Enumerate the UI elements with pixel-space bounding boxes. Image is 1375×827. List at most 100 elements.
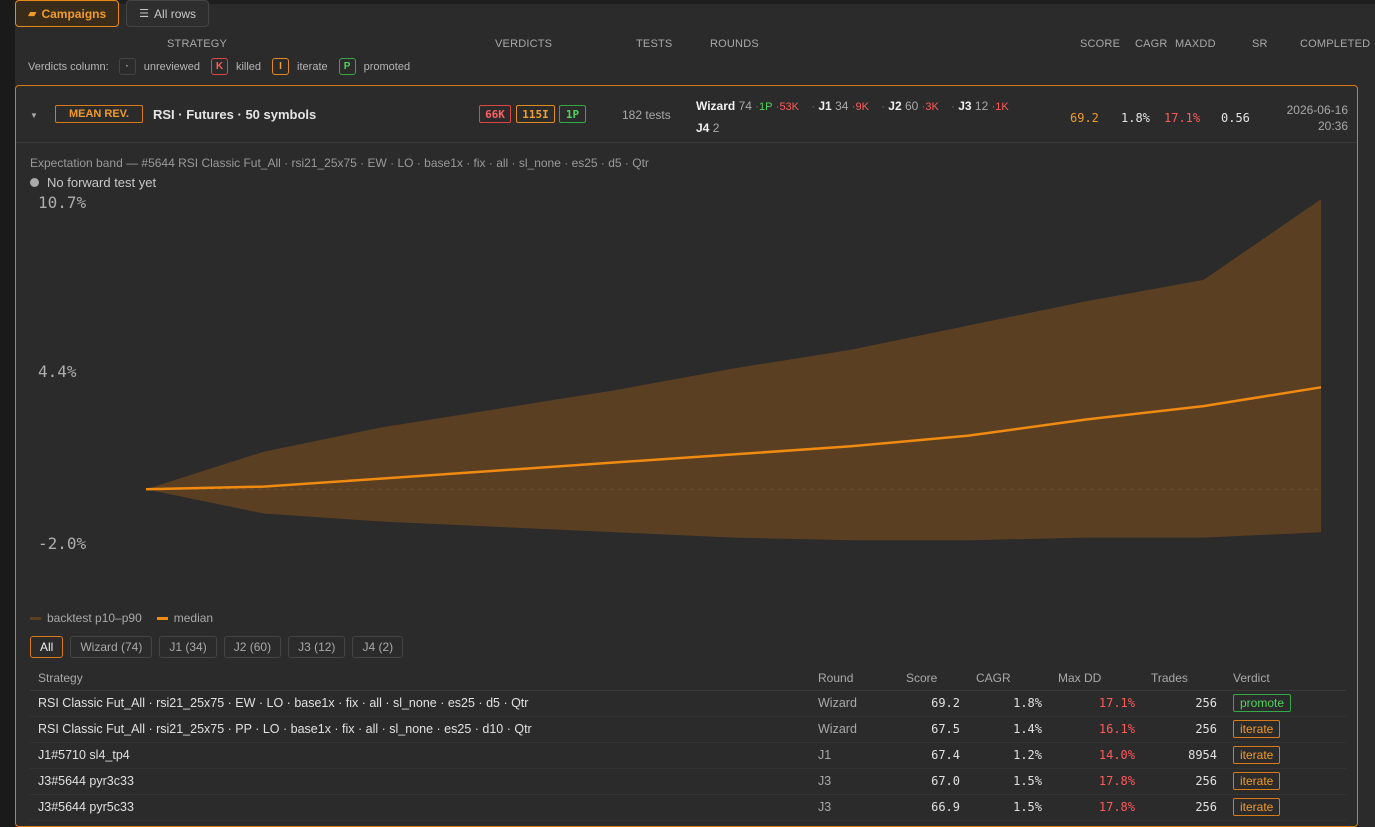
band-title: Expectation band — #5644 RSI Classic Fut… (30, 156, 649, 170)
verdict-button[interactable]: iterate (1233, 720, 1281, 738)
th-maxdd[interactable]: Max DD (1050, 666, 1143, 691)
row-maxdd: 17.8% (1050, 794, 1143, 821)
promoted-symbol: P (338, 58, 356, 75)
expectation-band-chart: 10.7% 4.4% -2.0% (38, 193, 1322, 553)
filter-j1[interactable]: J1 (34) (159, 636, 217, 658)
verdict-button[interactable]: iterate (1233, 798, 1281, 816)
verdict-button[interactable]: iterate (1233, 746, 1281, 764)
verdict-promoted-badge: 1P (559, 105, 586, 123)
table-row[interactable]: RSI Classic Fut_All · rsi21_25x75 · PP ·… (30, 716, 1346, 743)
col-cagr[interactable]: CAGR (1135, 38, 1168, 50)
legend-iterate: I iterate (272, 58, 328, 75)
th-score[interactable]: Score (898, 666, 968, 691)
row-score: 67.0 (898, 768, 968, 795)
tests-count: 182 tests (622, 108, 671, 122)
th-cagr[interactable]: CAGR (968, 666, 1050, 691)
all-rows-tab[interactable]: ☰ All rows (126, 0, 210, 27)
row-score: 69.2 (898, 690, 968, 717)
folder-icon: ▰ (28, 8, 37, 20)
filter-j2[interactable]: J2 (60) (223, 636, 282, 658)
row-cagr: 1.4% (968, 716, 1050, 743)
all-rows-tab-label: All rows (154, 6, 197, 21)
row-maxdd: 17.8% (1050, 768, 1143, 795)
round-count: 2 (712, 121, 720, 135)
table-row[interactable]: J1#5710 sl4_tp4 J1 67.4 1.2% 14.0% 8954 … (30, 742, 1346, 769)
legend-band: backtest p10–p90 (30, 611, 142, 625)
round-j4: J4 2 (696, 118, 719, 139)
row-verdict: iterate (1225, 768, 1346, 795)
campaigns-tab[interactable]: ▰ Campaigns (15, 0, 120, 27)
unreviewed-label: unreviewed (143, 60, 200, 73)
band-swatch (30, 617, 41, 621)
row-cagr: 1.8% (968, 690, 1050, 717)
filter-j4[interactable]: J4 (2) (352, 636, 404, 658)
col-strategy[interactable]: STRATEGY (167, 38, 227, 50)
row-verdict: iterate (1225, 794, 1346, 821)
round-killed: 3K (925, 101, 939, 113)
unreviewed-symbol: · (118, 58, 136, 75)
legend-killed: K killed (210, 58, 262, 75)
forward-status: No forward test yet (30, 175, 156, 190)
col-verdicts[interactable]: VERDICTS (495, 38, 552, 50)
list-icon: ☰ (139, 8, 150, 20)
th-round[interactable]: Round (810, 666, 898, 691)
rounds-summary: Wizard 74 ·1P ·53K · J1 34 ·9K · J2 60 ·… (696, 96, 1036, 139)
col-maxdd[interactable]: MAXDD (1175, 38, 1216, 50)
filter-j3[interactable]: J3 (12) (288, 636, 346, 658)
row-verdict: iterate (1225, 716, 1346, 743)
forward-status-label: No forward test yet (47, 175, 157, 190)
col-completed[interactable]: COMPLETED (1300, 38, 1370, 50)
completed-date: 2026-06-16 (1286, 103, 1348, 117)
campaign-completed: 2026-06-16 20:36 (1256, 102, 1348, 134)
view-tabs: ▰ Campaigns ☰ All rows (15, 0, 210, 27)
round-name: J3 (958, 99, 972, 113)
th-strategy[interactable]: Strategy (30, 666, 810, 691)
row-trades: 256 (1143, 768, 1225, 795)
verdict-button[interactable]: promote (1233, 694, 1292, 712)
verdict-legend: Verdicts column: · unreviewed K killed I… (28, 58, 421, 75)
filter-all[interactable]: All (30, 636, 64, 658)
completed-time: 20:36 (1317, 119, 1348, 133)
round-killed: 1K (995, 101, 1009, 113)
round-name: J1 (818, 99, 832, 113)
campaign-sr: 0.56 (1221, 111, 1250, 125)
table-row[interactable]: J3#5644 pyr5c33 J3 66.9 1.5% 17.8% 256 i… (30, 794, 1346, 821)
table-row[interactable]: J3#5644 pyr3c33 J3 67.0 1.5% 17.8% 256 i… (30, 768, 1346, 795)
campaign-maxdd: 17.1% (1164, 111, 1201, 125)
round-killed: 53K (779, 101, 800, 113)
round-j2: · J2 60 ·3K (881, 96, 939, 118)
legend-median: median (156, 611, 214, 625)
col-sr[interactable]: SR (1252, 38, 1268, 50)
collapse-caret-icon[interactable]: ▼ (30, 111, 38, 120)
legend-band-label: backtest p10–p90 (47, 611, 142, 625)
table-row[interactable]: RSI Classic Fut_All · rsi21_25x75 · EW ·… (30, 690, 1346, 717)
th-trades[interactable]: Trades (1143, 666, 1225, 691)
round-j3: · J3 12 ·1K (951, 96, 1009, 118)
row-round: J1 (810, 742, 898, 769)
table-header-row: Strategy Round Score CAGR Max DD Trades … (30, 666, 1346, 691)
round-count: 74 (738, 99, 752, 113)
th-verdict[interactable]: Verdict (1225, 666, 1346, 691)
y-tick-label: -2.0% (38, 534, 87, 553)
round-wizard: Wizard 74 ·1P ·53K (696, 96, 799, 118)
verdict-button[interactable]: iterate (1233, 772, 1281, 790)
campaign-header[interactable]: ▼ MEAN REV. RSI · Futures · 50 symbols 6… (16, 86, 1357, 143)
campaign-score: 69.2 (1070, 111, 1099, 125)
col-rounds[interactable]: ROUNDS (710, 38, 759, 50)
row-round: J3 (810, 768, 898, 795)
campaign-card: ▼ MEAN REV. RSI · Futures · 50 symbols 6… (15, 85, 1358, 827)
y-tick-label: 10.7% (38, 193, 87, 212)
killed-label: killed (235, 60, 262, 73)
row-strategy: J3#5644 pyr5c33 (30, 794, 810, 821)
col-tests[interactable]: TESTS (636, 38, 672, 50)
row-strategy: J1#5710 sl4_tp4 (30, 742, 810, 769)
row-score: 67.4 (898, 742, 968, 769)
legend-median-label: median (173, 611, 214, 625)
row-score: 66.9 (898, 794, 968, 821)
filter-wizard[interactable]: Wizard (74) (70, 636, 153, 658)
legend-promoted: P promoted (338, 58, 410, 75)
row-cagr: 1.2% (968, 742, 1050, 769)
row-maxdd: 16.1% (1050, 716, 1143, 743)
col-score[interactable]: SCORE (1080, 38, 1120, 50)
row-cagr: 1.5% (968, 768, 1050, 795)
